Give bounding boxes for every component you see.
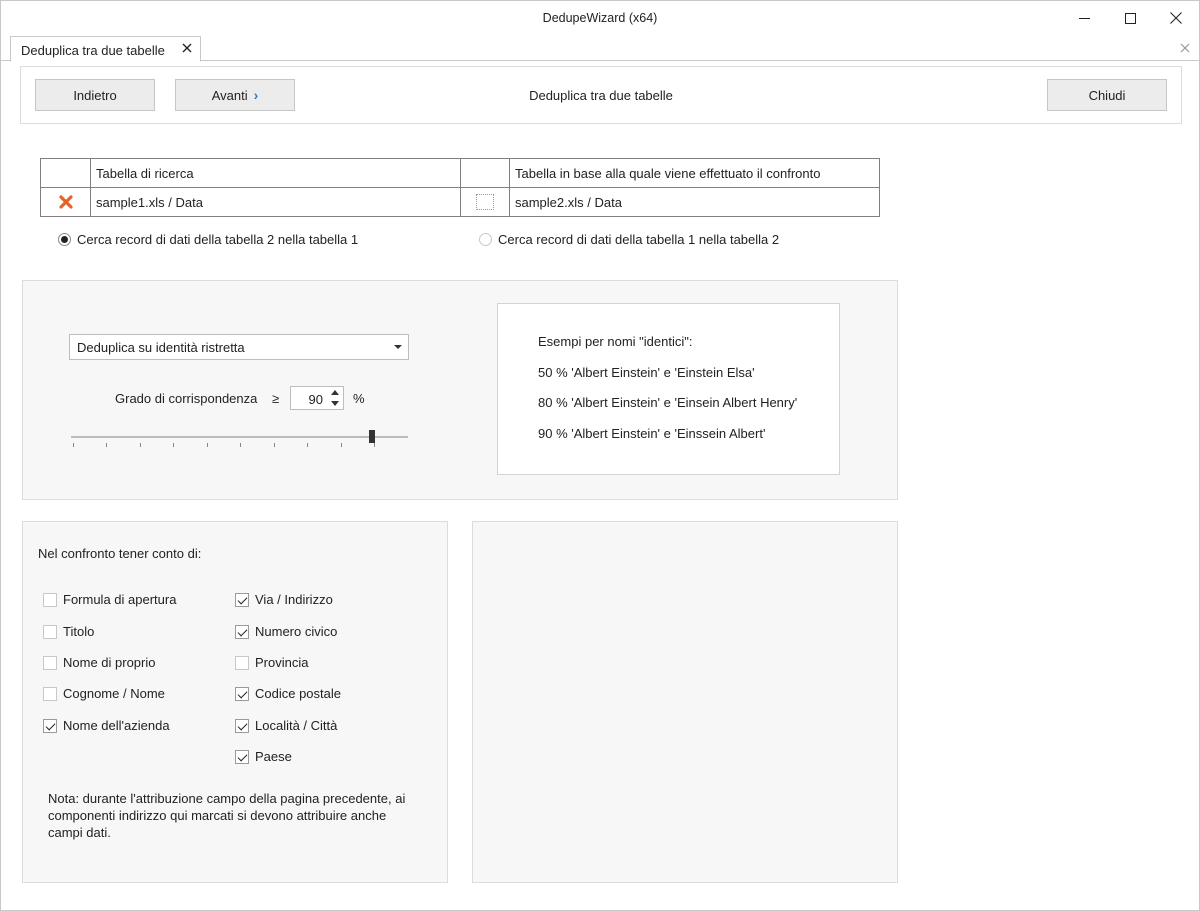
window-title: DedupeWizard (x64) xyxy=(542,11,658,25)
match-degree-label: Grado di corrispondenza xyxy=(115,391,258,406)
remove-search-table-button[interactable] xyxy=(41,188,91,216)
close-window-button[interactable] xyxy=(1153,1,1199,35)
example-line: 50 % 'Albert Einstein' e 'Einstein Elsa' xyxy=(538,365,755,380)
minimize-icon xyxy=(1078,17,1090,19)
empty-side-panel xyxy=(472,521,898,883)
checkbox-codice-postale[interactable]: Codice postale xyxy=(235,686,341,701)
checkbox-formula-di-apertura[interactable]: Formula di apertura xyxy=(43,592,176,607)
slider-tick xyxy=(173,443,174,447)
radio-unselected[interactable] xyxy=(479,233,492,246)
slider-tick xyxy=(240,443,241,447)
checkbox-nome-azienda[interactable]: Nome dell'azienda xyxy=(43,718,170,733)
checkbox-label: Codice postale xyxy=(255,686,341,701)
close-all-tabs-icon[interactable] xyxy=(1179,42,1191,54)
checkbox-titolo[interactable]: Titolo xyxy=(43,624,94,639)
direction-option-1-label: Cerca record di dati della tabella 2 nel… xyxy=(77,232,359,247)
checkbox-via-indirizzo[interactable]: Via / Indirizzo xyxy=(235,592,333,607)
empty-checkbox-icon xyxy=(476,194,494,210)
tab-label: Deduplica tra due tabelle xyxy=(21,43,165,58)
checkbox-box[interactable] xyxy=(43,718,57,733)
checkbox-box[interactable] xyxy=(235,718,249,733)
checkbox-label: Provincia xyxy=(255,655,309,670)
match-degree-unit: % xyxy=(353,391,365,406)
address-note: Nota: durante l'attribuzione campo della… xyxy=(48,791,406,840)
checkbox-box[interactable] xyxy=(235,592,249,607)
checkbox-box[interactable] xyxy=(235,655,249,670)
checkbox-label: Via / Indirizzo xyxy=(255,592,333,607)
compare-fields-heading: Nel confronto tener conto di: xyxy=(38,546,202,561)
checkbox-label: Nome dell'azienda xyxy=(63,718,170,733)
direction-option-2-label: Cerca record di dati della tabella 1 nel… xyxy=(498,232,780,247)
dedupe-mode-select[interactable]: Deduplica su identità ristretta xyxy=(69,334,409,360)
radio-selected[interactable] xyxy=(58,233,71,246)
search-table-value[interactable]: sample1.xls / Data xyxy=(91,188,461,216)
checkbox-box[interactable] xyxy=(235,624,249,639)
checkbox-label: Nome di proprio xyxy=(63,655,156,670)
dedupe-mode-value: Deduplica su identità ristretta xyxy=(77,339,245,355)
checkbox-provincia[interactable]: Provincia xyxy=(235,655,308,670)
wizard-toolbar: Indietro Avanti › Deduplica tra due tabe… xyxy=(20,66,1182,124)
header-compare-table: Tabella in base alla quale viene effettu… xyxy=(510,159,879,188)
maximize-icon xyxy=(1124,12,1136,24)
slider-tick xyxy=(307,443,308,447)
direction-option-2[interactable]: Cerca record di dati della tabella 1 nel… xyxy=(479,232,779,247)
checkbox-box[interactable] xyxy=(43,624,57,639)
maximize-button[interactable] xyxy=(1107,1,1153,35)
checkbox-localita-citta[interactable]: Località / Città xyxy=(235,718,337,733)
match-degree-slider[interactable] xyxy=(71,436,408,438)
match-degree-spinner[interactable]: 90 xyxy=(290,386,344,410)
match-degree-value: 90 xyxy=(308,392,323,407)
checkbox-label: Località / Città xyxy=(255,718,338,733)
slider-tick xyxy=(341,443,342,447)
checkbox-numero-civico[interactable]: Numero civico xyxy=(235,624,337,639)
checkbox-label: Cognome / Nome xyxy=(63,686,165,701)
compare-table-icon-cell[interactable] xyxy=(461,188,510,216)
checkbox-box[interactable] xyxy=(235,686,249,701)
checkbox-box[interactable] xyxy=(235,749,249,764)
checkbox-cognome-nome[interactable]: Cognome / Nome xyxy=(43,686,165,701)
close-wizard-button[interactable]: Chiudi xyxy=(1047,79,1167,111)
example-line: 90 % 'Albert Einstein' e 'Einssein Alber… xyxy=(538,426,766,441)
examples-heading: Esempi per nomi "identici": xyxy=(538,334,693,349)
remove-x-icon xyxy=(58,195,73,209)
slider-tick xyxy=(73,443,74,447)
slider-tick xyxy=(140,443,141,447)
checkbox-box[interactable] xyxy=(43,655,57,670)
header-search-table: Tabella di ricerca xyxy=(91,159,461,188)
spin-down-icon[interactable] xyxy=(331,401,339,406)
slider-tick xyxy=(274,443,275,447)
checkbox-paese[interactable]: Paese xyxy=(235,749,292,764)
page-title: Deduplica tra due tabelle xyxy=(529,88,673,103)
header-icon-cell-2 xyxy=(461,159,510,188)
header-icon-cell xyxy=(41,159,91,188)
direction-option-1[interactable]: Cerca record di dati della tabella 2 nel… xyxy=(58,232,358,247)
tables-grid: Tabella di ricerca Tabella in base alla … xyxy=(40,158,880,217)
slider-tick xyxy=(207,443,208,447)
examples-box: Esempi per nomi "identici": 50 % 'Albert… xyxy=(497,303,840,475)
slider-tick xyxy=(106,443,107,447)
close-wizard-label: Chiudi xyxy=(1088,87,1126,103)
tab-close-icon[interactable] xyxy=(180,41,194,55)
slider-tick xyxy=(374,443,375,447)
close-icon xyxy=(1170,12,1182,24)
compare-table-value[interactable]: sample2.xls / Data xyxy=(510,188,879,216)
match-operator: ≥ xyxy=(272,391,280,406)
checkbox-box[interactable] xyxy=(43,686,57,701)
app-window: DedupeWizard (x64) Deduplica tra due tab… xyxy=(0,0,1200,911)
example-line: 80 % 'Albert Einstein' e 'Einsein Albert… xyxy=(538,395,798,410)
slider-thumb[interactable] xyxy=(369,430,375,443)
checkbox-box[interactable] xyxy=(43,592,57,607)
tab-bar: Deduplica tra due tabelle xyxy=(1,35,1199,62)
minimize-button[interactable] xyxy=(1061,1,1107,35)
tab-deduplica[interactable]: Deduplica tra due tabelle xyxy=(10,36,201,62)
checkbox-label: Formula di apertura xyxy=(63,592,177,607)
title-bar: DedupeWizard (x64) xyxy=(1,1,1199,35)
checkbox-label: Numero civico xyxy=(255,624,338,639)
dropdown-caret-icon xyxy=(394,345,402,349)
spin-up-icon[interactable] xyxy=(331,390,339,395)
checkbox-nome-di-proprio[interactable]: Nome di proprio xyxy=(43,655,156,670)
checkbox-label: Titolo xyxy=(63,624,95,639)
checkbox-label: Paese xyxy=(255,749,292,764)
